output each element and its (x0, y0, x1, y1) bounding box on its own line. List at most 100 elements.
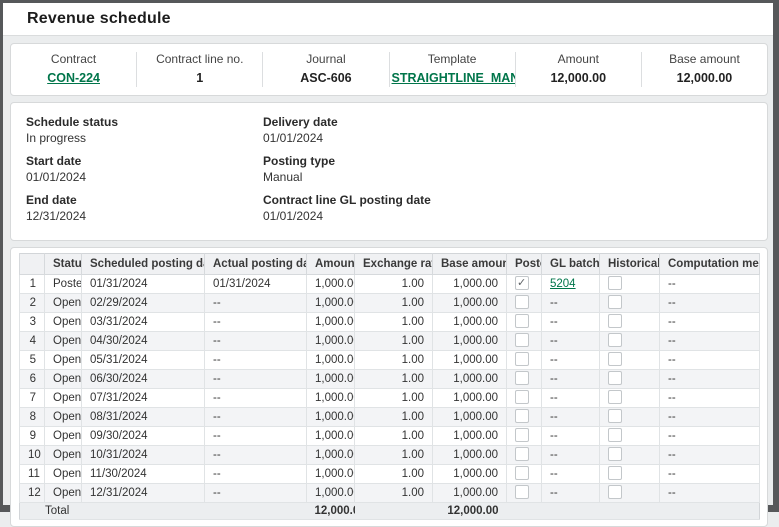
historical-checkbox[interactable] (608, 485, 622, 499)
posted-checkbox[interactable] (515, 447, 529, 461)
amount-cell: 1,000.00 (307, 275, 355, 294)
gl-batch-link[interactable]: 5204 (550, 278, 576, 290)
base-amount-cell: 1,000.00 (433, 313, 507, 332)
historical-cell (600, 465, 660, 484)
total-label-cell: Total (20, 503, 82, 520)
posted-cell (507, 427, 542, 446)
gl-batch-cell: -- (542, 389, 600, 408)
column-header-exchange-rate: Exchange rate (355, 254, 433, 275)
total-amount-cell: 12,000.00 (307, 503, 355, 520)
row-number-cell: 10 (20, 446, 45, 465)
computation-memo-cell: -- (660, 332, 760, 351)
posted-checkbox[interactable] (515, 428, 529, 442)
summary-field-base-amount: Base amount12,000.00 (642, 52, 767, 87)
summary-field-contract: ContractCON-224 (11, 52, 137, 87)
computation-memo-cell: -- (660, 446, 760, 465)
status-cell: Open (45, 294, 82, 313)
historical-checkbox[interactable] (608, 409, 622, 423)
actual-posting-date-cell: -- (205, 370, 307, 389)
gl-batch-cell: -- (542, 313, 600, 332)
status-cell: Open (45, 484, 82, 503)
row-number-cell: 2 (20, 294, 45, 313)
column-header-amount: Amount (307, 254, 355, 275)
historical-cell (600, 275, 660, 294)
posted-checkbox[interactable] (515, 466, 529, 480)
historical-checkbox[interactable] (608, 352, 622, 366)
table-row: 4Open04/30/2024--1,000.001.001,000.00---… (20, 332, 760, 351)
status-cell: Open (45, 332, 82, 351)
historical-checkbox[interactable] (608, 295, 622, 309)
status-cell: Open (45, 389, 82, 408)
scheduled-posting-date-cell: 02/29/2024 (82, 294, 205, 313)
exchange-rate-cell: 1.00 (355, 313, 433, 332)
posted-checkbox[interactable] (515, 295, 529, 309)
exchange-rate-cell: 1.00 (355, 408, 433, 427)
summary-field-value-link[interactable]: CON-224 (13, 71, 134, 86)
posted-checkbox-checked[interactable] (515, 276, 529, 290)
posted-checkbox[interactable] (515, 390, 529, 404)
computation-memo-cell: -- (660, 351, 760, 370)
detail-field-value: 01/01/2024 (26, 170, 263, 184)
posted-checkbox[interactable] (515, 352, 529, 366)
amount-cell: 1,000.00 (307, 408, 355, 427)
detail-field-value: 12/31/2024 (26, 209, 263, 223)
historical-cell (600, 408, 660, 427)
computation-memo-cell: -- (660, 294, 760, 313)
row-number-cell: 5 (20, 351, 45, 370)
row-number-cell: 11 (20, 465, 45, 484)
schedule-table-card: StatusScheduled posting dateActual posti… (10, 247, 768, 527)
scheduled-posting-date-cell: 10/31/2024 (82, 446, 205, 465)
gl-batch-cell: -- (542, 427, 600, 446)
page-title: Revenue schedule (27, 10, 171, 28)
base-amount-cell: 1,000.00 (433, 446, 507, 465)
detail-field-label: Posting type (263, 154, 752, 168)
posted-checkbox[interactable] (515, 409, 529, 423)
detail-field-label: Start date (26, 154, 263, 168)
exchange-rate-cell: 1.00 (355, 389, 433, 408)
schedule-table: StatusScheduled posting dateActual posti… (19, 253, 760, 520)
row-number-cell: 1 (20, 275, 45, 294)
scheduled-posting-date-cell: 06/30/2024 (82, 370, 205, 389)
actual-posting-date-cell: 01/31/2024 (205, 275, 307, 294)
detail-field-delivery-date: Delivery date01/01/2024 (263, 115, 752, 145)
page-content: ContractCON-224Contract line no.1Journal… (3, 36, 773, 527)
base-amount-cell: 1,000.00 (433, 294, 507, 313)
historical-cell (600, 389, 660, 408)
posted-cell (507, 446, 542, 465)
gl-batch-cell: -- (542, 446, 600, 465)
computation-memo-cell: -- (660, 370, 760, 389)
historical-checkbox[interactable] (608, 276, 622, 290)
summary-field-value-link[interactable]: STRAIGHTLINE_MANUAL (392, 71, 513, 86)
detail-field-label: End date (26, 193, 263, 207)
posted-checkbox[interactable] (515, 485, 529, 499)
base-amount-cell: 1,000.00 (433, 484, 507, 503)
scheduled-posting-date-cell: 01/31/2024 (82, 275, 205, 294)
status-cell: Open (45, 408, 82, 427)
historical-checkbox[interactable] (608, 428, 622, 442)
table-row: 9Open09/30/2024--1,000.001.001,000.00---… (20, 427, 760, 446)
amount-cell: 1,000.00 (307, 446, 355, 465)
exchange-rate-cell: 1.00 (355, 370, 433, 389)
historical-checkbox[interactable] (608, 371, 622, 385)
posted-checkbox[interactable] (515, 314, 529, 328)
historical-checkbox[interactable] (608, 390, 622, 404)
historical-checkbox[interactable] (608, 333, 622, 347)
posted-checkbox[interactable] (515, 371, 529, 385)
computation-memo-cell: -- (660, 465, 760, 484)
details-card: Schedule statusIn progress Start date 01/0… (10, 102, 768, 241)
summary-field-journal: JournalASC-606 (263, 52, 389, 87)
detail-field-schedule-status: Schedule statusIn progress (26, 115, 263, 145)
table-row: 12Open12/31/2024--1,000.001.001,000.00--… (20, 484, 760, 503)
historical-checkbox[interactable] (608, 447, 622, 461)
column-header-base-amount: Base amount (433, 254, 507, 275)
gl-batch-cell: -- (542, 408, 600, 427)
historical-checkbox[interactable] (608, 466, 622, 480)
status-cell: Open (45, 313, 82, 332)
detail-field-end-date: End date 12/31/2024 (26, 193, 263, 223)
detail-field-posting-type: Posting typeManual (263, 154, 752, 184)
amount-cell: 1,000.00 (307, 370, 355, 389)
row-number-cell: 12 (20, 484, 45, 503)
status-cell: Open (45, 446, 82, 465)
historical-checkbox[interactable] (608, 314, 622, 328)
posted-checkbox[interactable] (515, 333, 529, 347)
